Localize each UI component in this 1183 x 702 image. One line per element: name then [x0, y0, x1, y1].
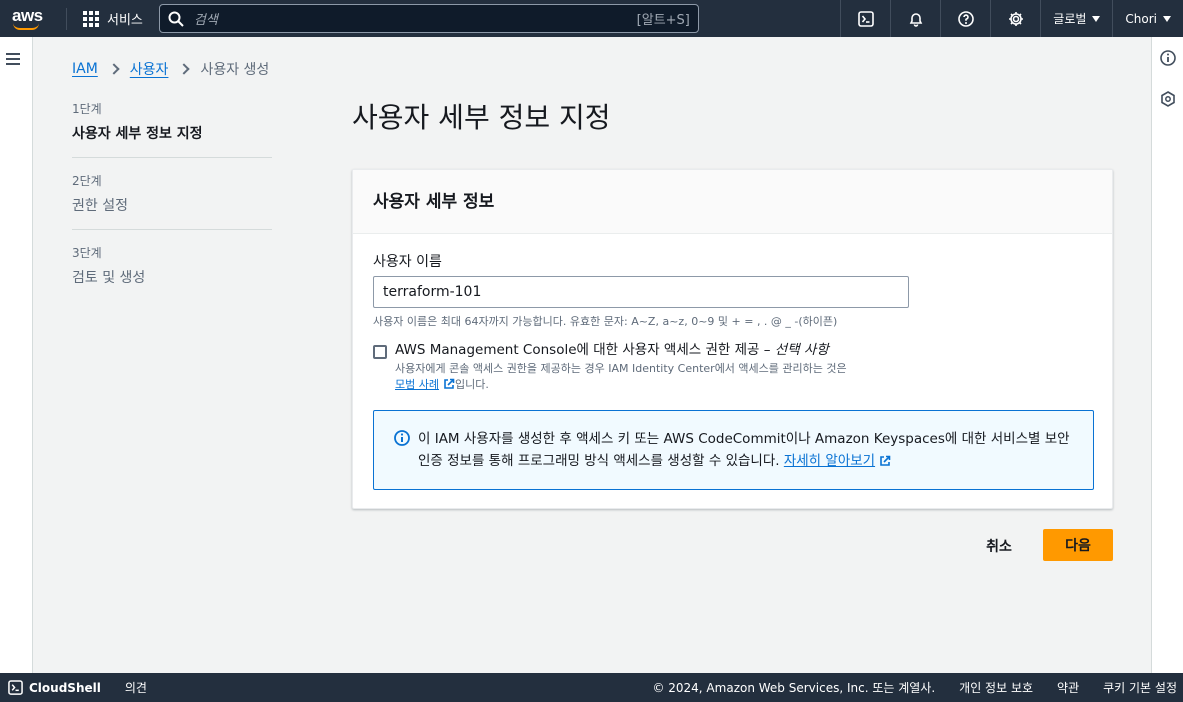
step-label: 사용자 세부 정보 지정: [72, 126, 203, 142]
username-input[interactable]: terraform-101: [373, 276, 909, 308]
step-label: 검토 및 생성: [72, 270, 146, 286]
wizard-step-1: 1단계 사용자 세부 정보 지정: [72, 98, 272, 158]
breadcrumb: IAM 사용자 사용자 생성: [72, 59, 269, 79]
breadcrumb-users[interactable]: 사용자: [130, 59, 169, 79]
notifications-button[interactable]: [890, 0, 940, 37]
learn-more-link[interactable]: 자세히 알아보기: [784, 453, 875, 469]
step-number: 2단계: [72, 174, 102, 188]
gear-icon: [1008, 11, 1023, 26]
terminal-icon: [857, 10, 874, 27]
step-number: 1단계: [72, 102, 102, 116]
console-access-label[interactable]: AWS Management Console에 대한 사용자 액세스 권한 제공…: [395, 341, 933, 359]
side-navigation-strip: [0, 37, 33, 673]
console-access-description: 사용자에게 콘솔 액세스 권한을 제공하는 경우 IAM Identity Ce…: [395, 361, 933, 393]
cookie-preferences-link[interactable]: 쿠키 기본 설정: [1103, 679, 1177, 696]
cloudshell-label: CloudShell: [29, 680, 101, 695]
terms-link[interactable]: 약관: [1057, 679, 1079, 696]
optional-tag: 선택 사항: [774, 342, 829, 358]
wizard-step-3[interactable]: 3단계 검토 및 생성: [72, 242, 272, 301]
username-label: 사용자 이름: [373, 254, 442, 270]
region-label: 글로벌: [1053, 12, 1087, 26]
caret-down-icon: [1092, 15, 1101, 22]
page-title: 사용자 세부 정보 지정: [352, 101, 611, 134]
region-selector[interactable]: 글로벌: [1040, 0, 1112, 37]
aws-logo[interactable]: aws: [8, 0, 58, 37]
services-label: 서비스: [107, 13, 143, 28]
wizard-step-2[interactable]: 2단계 권한 설정: [72, 170, 272, 230]
cloudshell-footer-button[interactable]: CloudShell: [0, 680, 101, 695]
hexagon-icon[interactable]: [1160, 91, 1176, 107]
bell-icon: [909, 12, 923, 27]
grid-icon: [83, 10, 99, 27]
privacy-link[interactable]: 개인 정보 보호: [959, 679, 1033, 696]
search-shortcut: [알트+S]: [636, 13, 690, 28]
cloudshell-button[interactable]: [840, 0, 890, 37]
top-navigation: aws 서비스 검색 [알트+S] 글로벌 Chori: [0, 0, 1183, 37]
step-label: 권한 설정: [72, 198, 128, 214]
help-button[interactable]: [940, 0, 990, 37]
settings-button[interactable]: [990, 0, 1040, 37]
console-access-label-text: AWS Management Console에 대한 사용자 액세스 권한 제공…: [395, 342, 771, 358]
search-icon: [168, 11, 184, 27]
help-icon: [957, 10, 974, 27]
caret-down-icon: [1163, 15, 1171, 22]
username-hint: 사용자 이름은 최대 64자까지 가능합니다. 유효한 문자: A~Z, a~z…: [373, 315, 838, 328]
user-details-panel: 사용자 세부 정보 사용자 이름 terraform-101 사용자 이름은 최…: [352, 169, 1113, 509]
console-access-desc-text: 사용자에게 콘솔 액세스 권한을 제공하는 경우 IAM Identity Ce…: [395, 362, 847, 375]
nav-divider: [66, 7, 67, 30]
breadcrumb-iam[interactable]: IAM: [72, 61, 98, 77]
copyright-text: © 2024, Amazon Web Services, Inc. 또는 계열사…: [652, 681, 936, 695]
console-access-suffix: 입니다.: [454, 378, 489, 391]
info-icon: [394, 430, 410, 446]
console-access-option: AWS Management Console에 대한 사용자 액세스 권한 제공…: [373, 341, 933, 393]
best-practice-link[interactable]: 모범 사례: [395, 378, 439, 391]
info-alert: 이 IAM 사용자를 생성한 후 액세스 키 또는 AWS CodeCommit…: [373, 410, 1094, 490]
info-text: 이 IAM 사용자를 생성한 후 액세스 키 또는 AWS CodeCommit…: [418, 431, 1070, 469]
cancel-button[interactable]: 취소: [974, 532, 1024, 560]
chevron-right-icon: [178, 63, 191, 75]
account-label: Chori: [1125, 11, 1157, 26]
chevron-right-icon: [108, 63, 120, 75]
tools-panel-strip: [1151, 37, 1183, 673]
info-icon[interactable]: [1160, 50, 1176, 66]
breadcrumb-current: 사용자 생성: [200, 62, 270, 78]
search-input[interactable]: 검색 [알트+S]: [158, 4, 699, 33]
services-menu-button[interactable]: 서비스: [77, 9, 149, 28]
terminal-icon: [8, 680, 23, 695]
console-access-checkbox[interactable]: [373, 345, 387, 359]
feedback-link[interactable]: 의견: [125, 679, 147, 696]
external-link-icon: [444, 378, 455, 389]
step-number: 3단계: [72, 246, 102, 260]
panel-title: 사용자 세부 정보: [353, 170, 1112, 234]
footer: CloudShell 의견 © 2024, Amazon Web Service…: [0, 673, 1183, 702]
search-placeholder: 검색: [193, 13, 218, 28]
aws-smile-icon: [13, 23, 39, 30]
next-button[interactable]: 다음: [1043, 529, 1113, 561]
wizard-steps: 1단계 사용자 세부 정보 지정 2단계 권한 설정 3단계 검토 및 생성: [72, 98, 272, 313]
menu-icon[interactable]: [6, 53, 20, 68]
external-link-icon: [880, 455, 891, 466]
account-menu[interactable]: Chori: [1112, 0, 1183, 37]
